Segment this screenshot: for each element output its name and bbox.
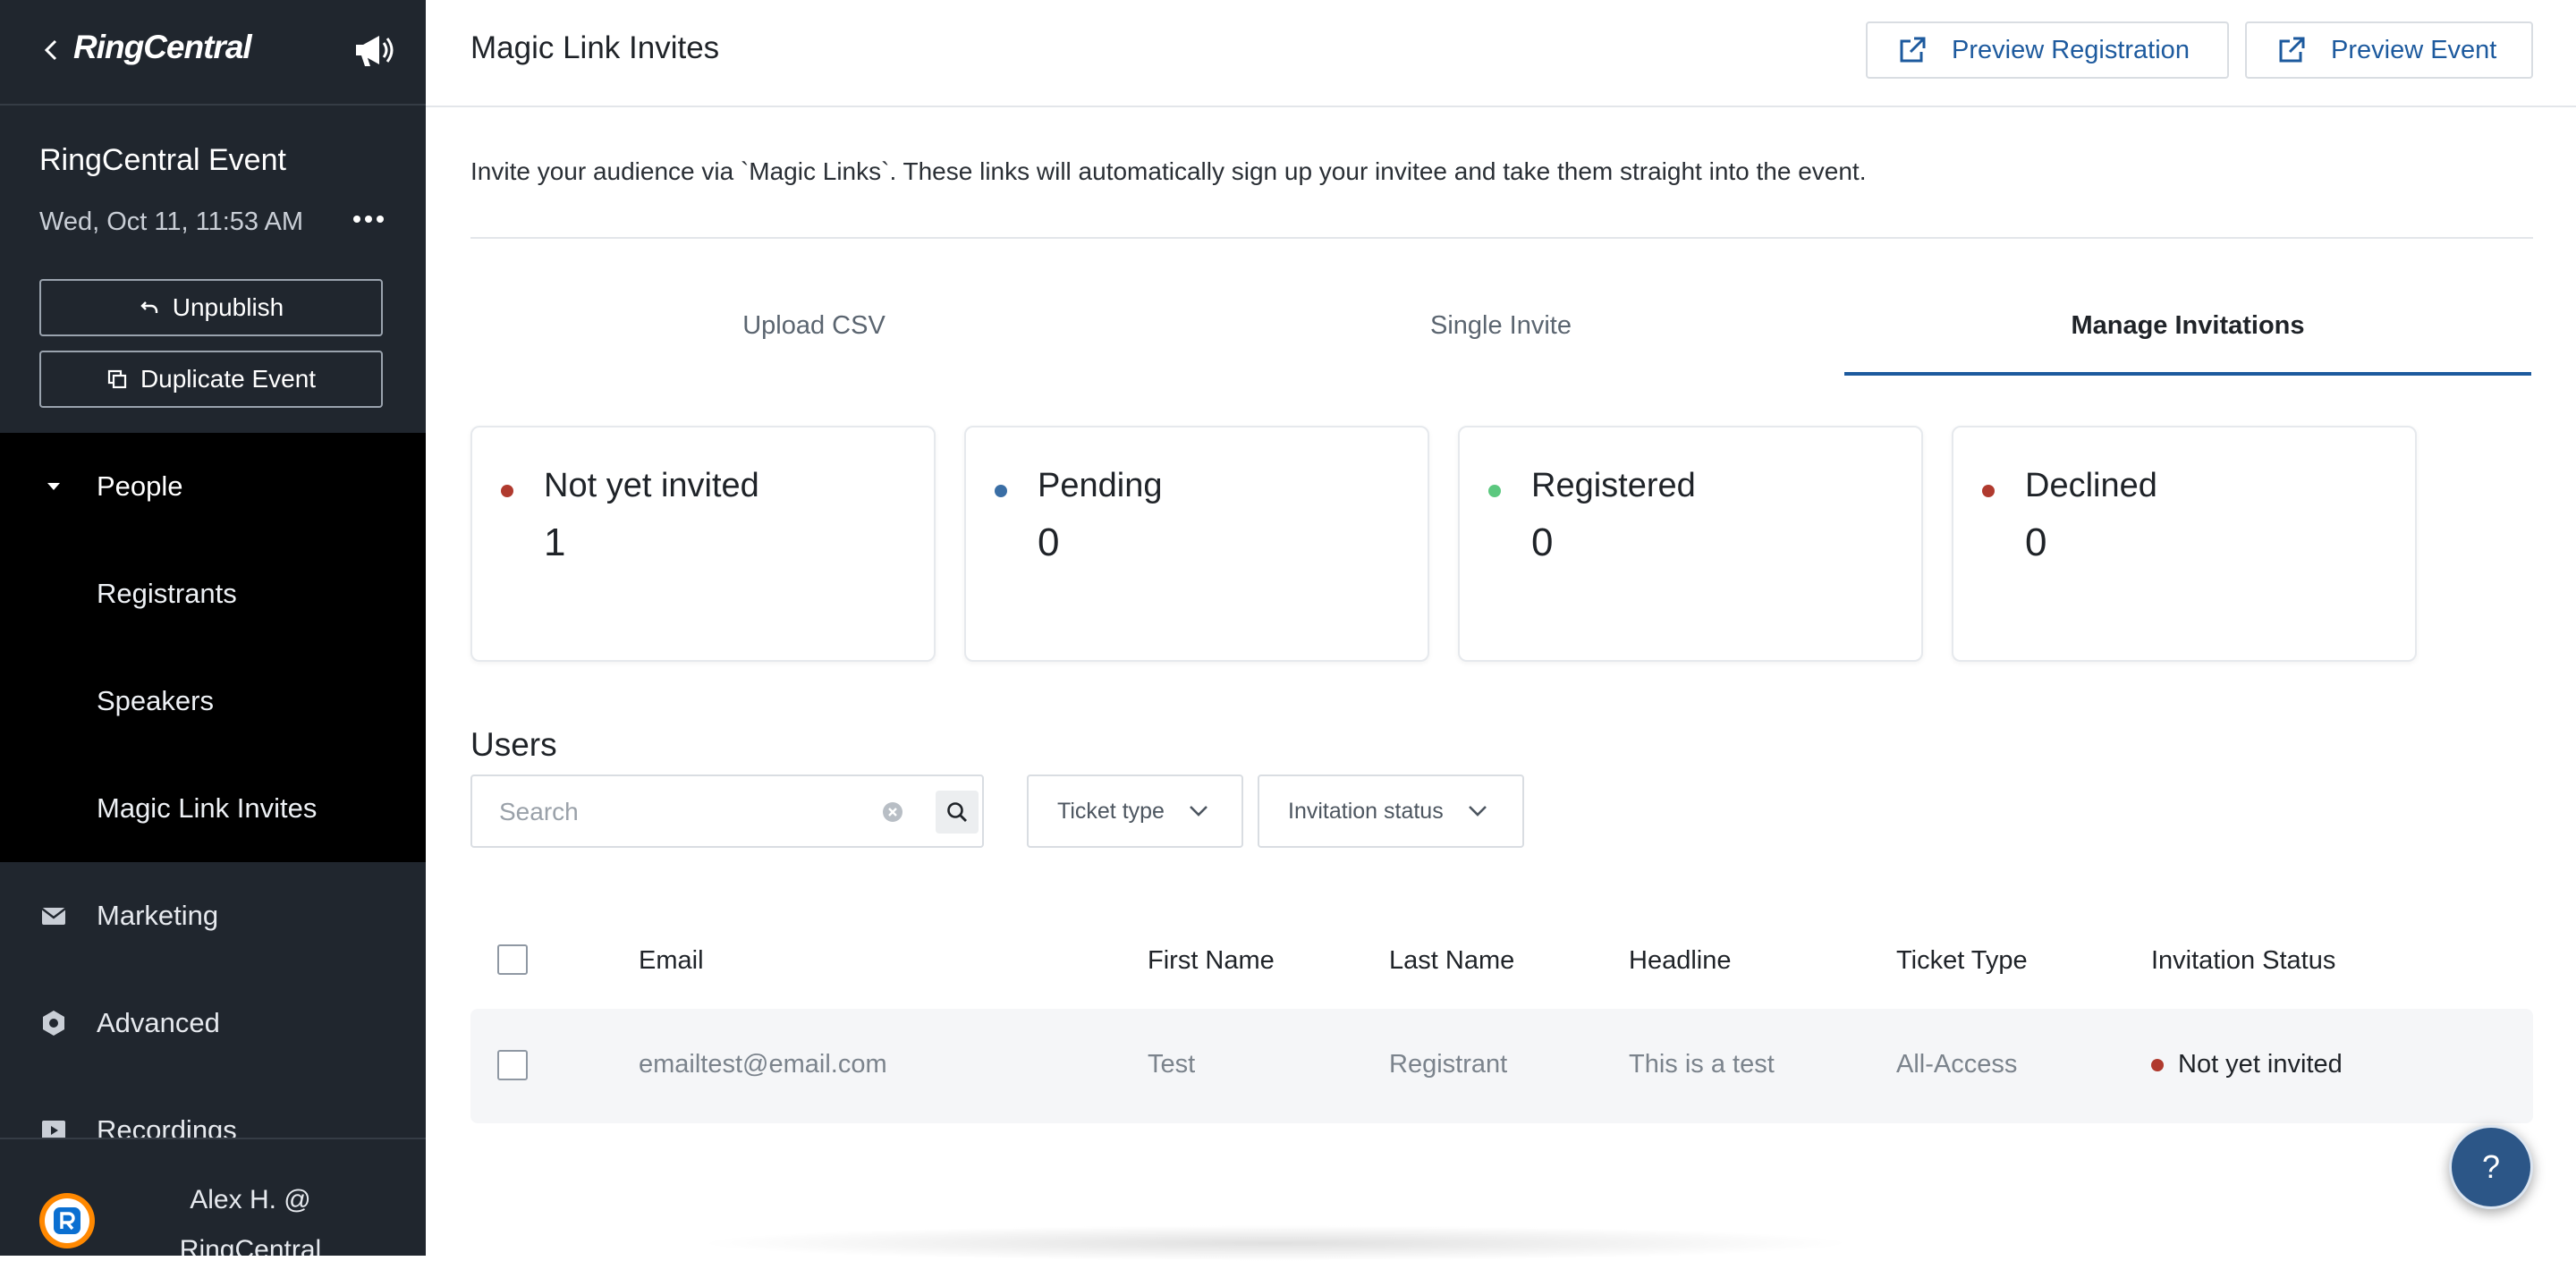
cell-email: emailtest@email.com xyxy=(639,1050,887,1079)
column-header-headline[interactable]: Headline xyxy=(1629,946,1731,976)
stat-card-declined: Declined 0 xyxy=(1952,426,2417,662)
caret-down-icon xyxy=(47,483,60,490)
sidebar-item-label: Marketing xyxy=(97,900,219,931)
stat-card-not-yet-invited: Not yet invited 1 xyxy=(470,426,936,662)
user-footer[interactable]: Alex H. @ RingCentral xyxy=(0,1138,426,1256)
select-all-checkbox[interactable] xyxy=(497,944,528,975)
event-name: RingCentral Event xyxy=(39,143,286,177)
sidebar-item-label: People xyxy=(97,470,183,502)
sidebar-item-marketing[interactable]: Marketing xyxy=(0,862,426,969)
megaphone-icon[interactable] xyxy=(349,27,395,73)
table-header: Email First Name Last Name Headline Tick… xyxy=(470,928,2533,993)
status-dot xyxy=(995,485,1007,497)
cell-headline: This is a test xyxy=(1629,1050,1775,1079)
search-icon xyxy=(947,802,967,822)
bottom-shadow xyxy=(694,1225,1857,1261)
sidebar-item-label: Registrants xyxy=(97,578,237,609)
external-link-icon xyxy=(2279,37,2305,63)
gear-icon xyxy=(43,1011,64,1036)
sidebar-item-label: Speakers xyxy=(97,685,214,716)
stat-value: 0 xyxy=(1531,520,1554,564)
help-button[interactable]: ? xyxy=(2449,1125,2533,1209)
ticket-type-filter[interactable]: Ticket type xyxy=(1027,774,1243,848)
preview-registration-label: Preview Registration xyxy=(1952,35,2190,64)
r-logo-icon xyxy=(54,1207,80,1234)
column-header-last-name[interactable]: Last Name xyxy=(1389,946,1514,976)
avatar[interactable] xyxy=(39,1193,95,1248)
cell-invitation-status: Not yet invited xyxy=(2151,1050,2343,1079)
status-dot xyxy=(501,485,513,497)
search-box xyxy=(470,774,984,848)
tab-upload-csv[interactable]: Upload CSV xyxy=(470,295,1157,376)
copy-icon xyxy=(107,369,127,389)
stat-value: 1 xyxy=(544,520,566,564)
sidebar-item-advanced[interactable]: Advanced xyxy=(0,969,426,1077)
column-header-first-name[interactable]: First Name xyxy=(1148,946,1275,976)
main-content: Magic Link Invites Preview Registration … xyxy=(426,0,2576,1261)
duplicate-event-label: Duplicate Event xyxy=(140,365,317,393)
cell-first-name: Test xyxy=(1148,1050,1196,1079)
stat-value: 0 xyxy=(2025,520,2047,564)
envelope-icon xyxy=(41,908,66,925)
status-dot xyxy=(1982,485,1995,497)
cell-ticket-type: All-Access xyxy=(1896,1050,2018,1079)
column-header-email[interactable]: Email xyxy=(639,946,704,976)
invitation-status-filter-label: Invitation status xyxy=(1288,798,1444,824)
chevron-left-icon[interactable] xyxy=(38,32,63,68)
ticket-type-filter-label: Ticket type xyxy=(1057,798,1165,824)
page-header: Magic Link Invites Preview Registration … xyxy=(426,0,2576,107)
row-checkbox[interactable] xyxy=(497,1050,528,1080)
preview-event-label: Preview Event xyxy=(2331,35,2497,64)
stat-label: Declined xyxy=(2025,467,2157,504)
event-date: Wed, Oct 11, 11:53 AM xyxy=(39,207,303,236)
sidebar-item-magic-link-invites[interactable]: Magic Link Invites xyxy=(0,755,426,862)
search-input[interactable] xyxy=(499,792,857,832)
user-name: Alex H. @ RingCentral xyxy=(179,1185,322,1256)
tab-single-invite[interactable]: Single Invite xyxy=(1157,295,1844,376)
stat-label: Pending xyxy=(1038,467,1163,504)
external-link-icon xyxy=(1900,37,1926,63)
clear-icon[interactable] xyxy=(880,800,905,825)
duplicate-event-button[interactable]: Duplicate Event xyxy=(39,351,383,408)
unpublish-label: Unpublish xyxy=(172,293,284,321)
page-title: Magic Link Invites xyxy=(470,30,720,65)
sidebar-item-speakers[interactable]: Speakers xyxy=(0,647,426,755)
tab-manage-invitations[interactable]: Manage Invitations xyxy=(1844,295,2531,376)
stat-value: 0 xyxy=(1038,520,1060,564)
stat-label: Registered xyxy=(1531,467,1696,504)
column-header-ticket-type[interactable]: Ticket Type xyxy=(1896,946,2028,976)
status-dot xyxy=(2151,1058,2164,1071)
people-nav-group: People Registrants Speakers Magic Link I… xyxy=(0,433,426,862)
stat-card-registered: Registered 0 xyxy=(1458,426,1923,662)
divider xyxy=(470,237,2533,239)
column-header-invitation-status[interactable]: Invitation Status xyxy=(2151,946,2335,976)
chevron-down-icon xyxy=(1190,806,1208,817)
invitation-status-filter[interactable]: Invitation status xyxy=(1258,774,1524,848)
undo-icon xyxy=(140,301,157,313)
sidebar-item-people[interactable]: People xyxy=(0,433,426,540)
chevron-down-icon xyxy=(1468,806,1487,817)
stat-card-pending: Pending 0 xyxy=(964,426,1429,662)
sidebar-item-registrants[interactable]: Registrants xyxy=(0,540,426,647)
search-button[interactable] xyxy=(936,791,979,834)
table-row[interactable]: emailtest@email.com Test Registrant This… xyxy=(470,1009,2533,1123)
status-dot xyxy=(1488,485,1501,497)
status-label: Not yet invited xyxy=(2178,1050,2343,1079)
users-section-title: Users xyxy=(470,726,557,763)
sidebar-header: RingCentral xyxy=(0,0,426,106)
preview-registration-button[interactable]: Preview Registration xyxy=(1866,21,2229,79)
preview-event-button[interactable]: Preview Event xyxy=(2245,21,2533,79)
more-options-icon[interactable] xyxy=(351,206,386,233)
sidebar-item-label: Magic Link Invites xyxy=(97,792,318,824)
unpublish-button[interactable]: Unpublish xyxy=(39,279,383,336)
ringcentral-logo: RingCentral xyxy=(73,29,252,65)
stat-label: Not yet invited xyxy=(544,467,759,504)
sidebar-item-label: Advanced xyxy=(97,1007,220,1038)
cell-last-name: Registrant xyxy=(1389,1050,1508,1079)
intro-text: Invite your audience via `Magic Links`. … xyxy=(470,157,1867,185)
sidebar: RingCentral RingCentral Event Wed, Oct 1… xyxy=(0,0,426,1256)
ringcentral-logo-icon xyxy=(45,1198,89,1243)
